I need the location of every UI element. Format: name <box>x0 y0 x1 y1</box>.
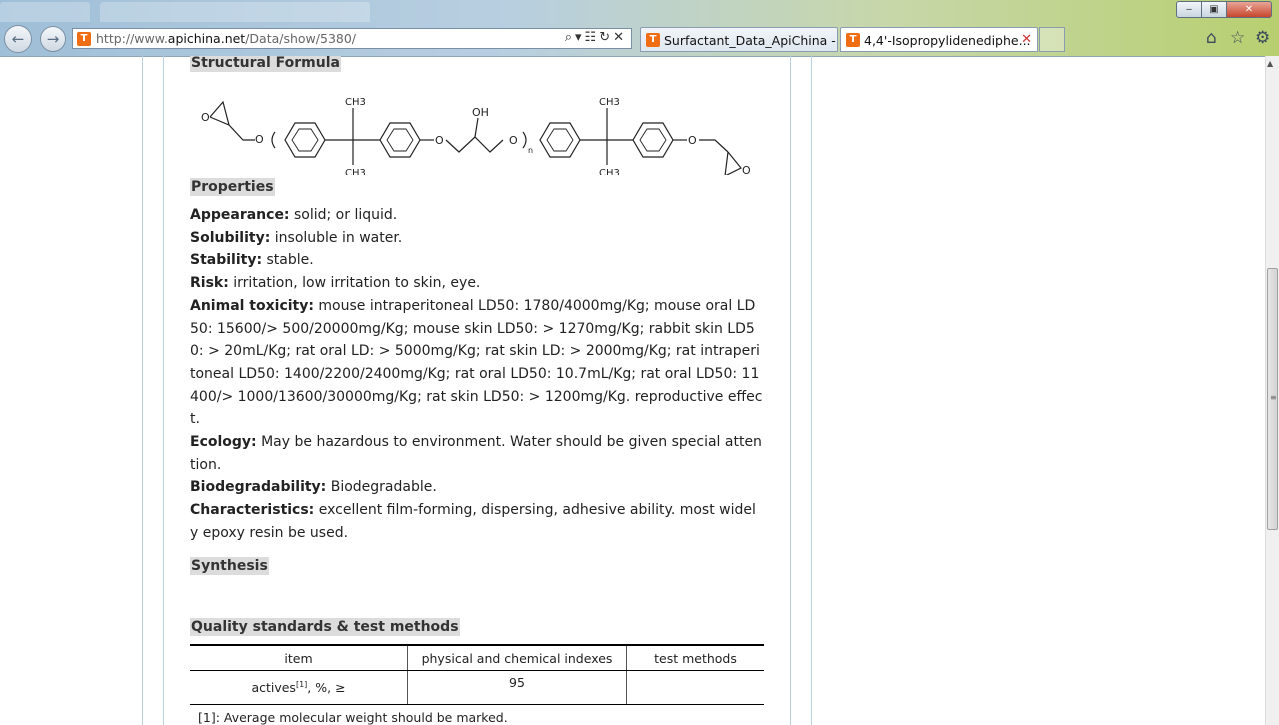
url-domain: apichina.net <box>167 31 246 46</box>
section-heading-structural-formula: Structural Formula <box>190 56 341 72</box>
tab-isopropylidenediphenol[interactable]: T 4,4'-Isopropylidenediphe... ✕ <box>840 27 1038 52</box>
methyl-label: CH3 <box>599 168 620 175</box>
oxygen-label: O <box>742 164 751 175</box>
home-icon[interactable]: ⌂ <box>1206 28 1217 48</box>
methyl-label: CH3 <box>345 168 366 175</box>
oxygen-label: O <box>509 134 518 147</box>
properties-list: Appearance: solid; or liquid. Solubility… <box>190 204 764 545</box>
oxygen-label: O <box>688 134 697 147</box>
oxygen-label: O <box>201 111 210 124</box>
property-biodegradability: Biodegradability: Biodegradable. <box>190 476 764 499</box>
property-animal-toxicity: Animal toxicity: mouse intraperitoneal L… <box>190 295 764 431</box>
property-label: Solubility: <box>190 229 271 246</box>
back-button[interactable]: ← <box>4 25 32 53</box>
property-label: Appearance: <box>190 207 290 223</box>
property-ecology: Ecology: May be hazardous to environment… <box>190 431 764 476</box>
column-border <box>811 56 812 725</box>
page-viewport: Structural Formula Properties Appearance… <box>0 56 1265 725</box>
property-value: mouse intraperitoneal LD50: 1780/4000mg/… <box>190 297 763 428</box>
new-tab-button[interactable] <box>1039 27 1065 52</box>
oxygen-label: O <box>435 134 444 147</box>
property-label: Characteristics: <box>190 502 315 519</box>
background-tab-ghost <box>0 2 90 22</box>
minimize-button[interactable]: ‒ <box>1176 1 1202 18</box>
property-value: solid; or liquid. <box>289 207 398 223</box>
property-characteristics: Characteristics: excellent film-forming,… <box>190 499 764 544</box>
arrow-left-icon: ← <box>11 30 25 48</box>
url-prefix: http://www. <box>96 31 168 46</box>
chevron-down-icon[interactable]: ▾ <box>575 30 585 45</box>
search-icon[interactable]: ⌕ <box>565 30 575 45</box>
property-value: stable. <box>262 252 314 269</box>
section-heading-properties: Properties <box>190 178 275 196</box>
arrow-right-icon: → <box>46 30 60 48</box>
property-label: Risk: <box>190 275 229 292</box>
close-tab-icon[interactable]: ✕ <box>1021 32 1032 47</box>
table-header-cell: physical and chemical indexes <box>407 644 627 671</box>
oxygen-label: O <box>255 133 264 146</box>
grip-icon: ≡ <box>1270 393 1277 402</box>
address-bar[interactable]: T http://www.apichina.net/Data/show/5380… <box>72 28 632 49</box>
site-favicon-icon: T <box>846 33 860 47</box>
favorites-star-icon[interactable]: ☆ <box>1230 28 1245 48</box>
column-border <box>142 56 143 725</box>
property-appearance: Appearance: solid; or liquid. <box>190 204 764 227</box>
property-solubility: Solubility: insoluble in water. <box>190 227 764 250</box>
maximize-button[interactable]: ▣ <box>1201 1 1227 18</box>
property-value: insoluble in water. <box>270 229 403 246</box>
section-heading-quality-standards: Quality standards & test methods <box>190 618 460 636</box>
property-stability: Stability: stable. <box>190 249 764 272</box>
refresh-icon[interactable]: ↻ <box>599 30 613 45</box>
column-border <box>790 56 791 725</box>
url-path: /Data/show/5380/ <box>245 31 357 46</box>
property-label: Stability: <box>190 252 263 269</box>
close-window-button[interactable]: ✕ <box>1226 1 1272 18</box>
address-url[interactable]: http://www.apichina.net/Data/show/5380/ <box>96 31 356 46</box>
property-value: May be hazardous to environment. Water s… <box>190 434 762 473</box>
tab-label: Surfactant_Data_ApiChina - ... <box>664 33 852 48</box>
property-label: Ecology: <box>190 434 257 451</box>
gear-icon[interactable]: ⚙ <box>1255 28 1270 48</box>
vertical-scrollbar[interactable]: ▲ ≡ <box>1265 56 1279 725</box>
scrollbar-thumb[interactable]: ≡ <box>1267 268 1278 530</box>
table-row: actives[1], %, ≥ 95 <box>190 670 764 705</box>
methyl-label: CH3 <box>345 97 366 108</box>
column-border <box>163 56 164 725</box>
site-favicon-icon: T <box>646 33 660 47</box>
structural-formula-image: O O CH3 CH3 O OH O n CH3 CH3 O O <box>201 97 751 175</box>
scroll-up-arrow-icon[interactable]: ▲ <box>1267 59 1273 68</box>
property-label: Animal toxicity: <box>190 297 314 314</box>
browser-chrome: ‒ ▣ ✕ ← → T http://www.apichina.net/Data… <box>0 0 1279 57</box>
repeat-unit-label: n <box>528 146 533 155</box>
table-footnote: [1]: Average molecular weight should be … <box>190 704 764 725</box>
compatibility-view-icon[interactable]: ☷ <box>585 30 600 45</box>
background-tab-ghost <box>100 2 370 22</box>
section-heading-synthesis: Synthesis <box>190 557 269 575</box>
forward-button[interactable]: → <box>40 26 66 52</box>
tab-surfactant-data[interactable]: T Surfactant_Data_ApiChina - ... <box>640 27 852 52</box>
tab-label: 4,4'-Isopropylidenediphe... <box>864 33 1031 48</box>
table-cell-index: 95 <box>407 670 627 705</box>
site-favicon-icon: T <box>77 32 91 46</box>
methyl-label: CH3 <box>599 97 620 108</box>
footnote-ref: [1] <box>295 679 308 689</box>
property-value: irritation, low irritation to skin, eye. <box>228 275 481 292</box>
property-risk: Risk: irritation, low irritation to skin… <box>190 272 764 295</box>
table-cell-item: actives[1], %, ≥ <box>190 670 408 705</box>
quality-standards-table: item physical and chemical indexes test … <box>190 644 764 725</box>
hydroxyl-label: OH <box>472 106 489 119</box>
table-header-row: item physical and chemical indexes test … <box>190 644 764 671</box>
table-footnote-row: [1]: Average molecular weight should be … <box>190 704 764 725</box>
address-bar-controls[interactable]: ⌕▾☷↻✕ <box>565 30 627 45</box>
table-header-cell: test methods <box>626 644 764 671</box>
property-value: Biodegradable. <box>326 479 437 496</box>
stop-icon[interactable]: ✕ <box>613 30 627 45</box>
table-cell-method <box>626 670 764 705</box>
property-label: Biodegradability: <box>190 479 327 496</box>
item-text: actives <box>251 680 296 696</box>
item-unit: , %, ≥ <box>307 680 346 696</box>
table-header-cell: item <box>190 644 408 671</box>
